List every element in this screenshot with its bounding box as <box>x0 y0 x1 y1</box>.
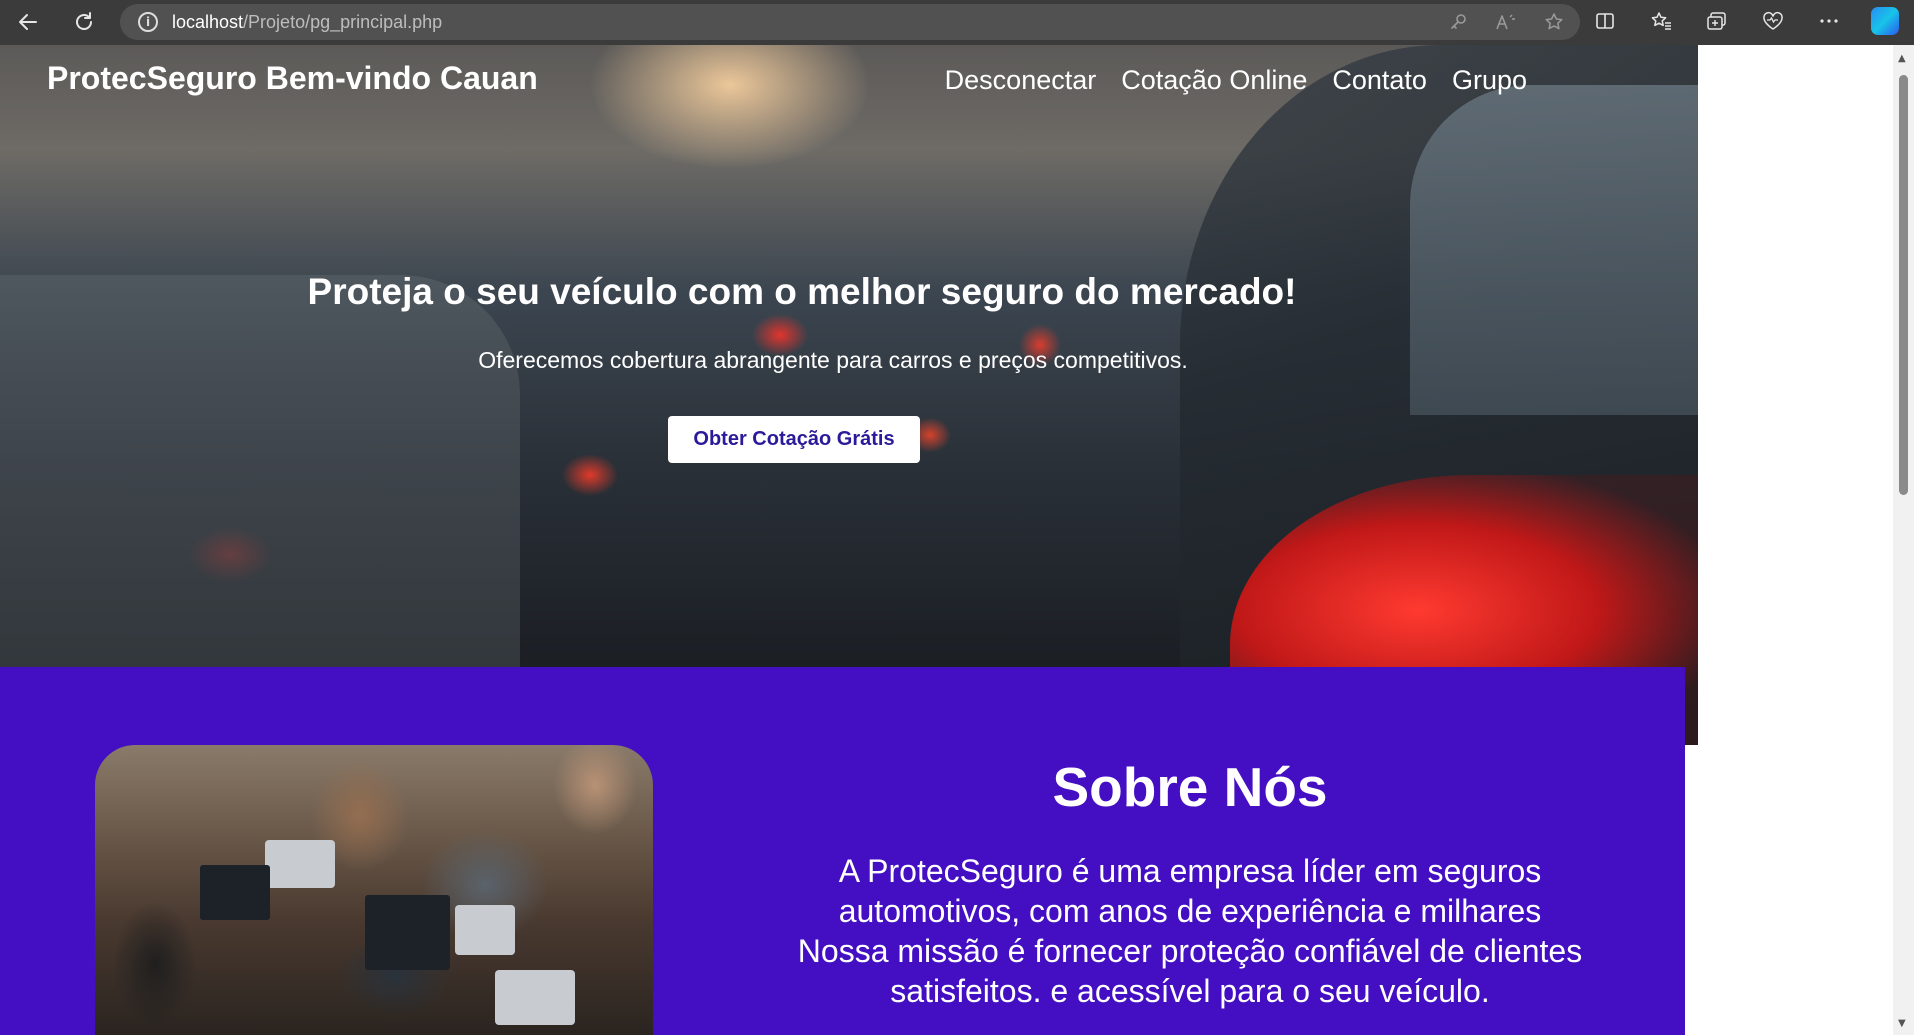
photo-laptop-screen <box>200 865 270 920</box>
about-text-line: automotivos, com anos de experiência e m… <box>838 893 1542 929</box>
nav-link-desconectar[interactable]: Desconectar <box>945 65 1097 96</box>
nav-link-grupo[interactable]: Grupo <box>1452 65 1527 96</box>
photo-laptop <box>265 840 335 888</box>
brand-title: ProtecSeguro Bem-vindo Cauan <box>47 60 538 96</box>
team-photo <box>95 745 653 1035</box>
page-viewport: ProtecSeguro Bem-vindo Cauan Desconectar… <box>0 45 1893 1035</box>
about-text-line: Nossa missão é fornecer proteção confiáv… <box>797 933 1583 969</box>
browser-essentials-icon[interactable] <box>1758 6 1788 36</box>
info-icon[interactable]: i <box>138 12 158 32</box>
back-arrow-icon[interactable] <box>14 8 42 36</box>
nav-link-cotacao-online[interactable]: Cotação Online <box>1121 65 1307 96</box>
about-section: Sobre Nós A ProtecSeguro é uma empresa l… <box>0 667 1685 1035</box>
split-screen-icon[interactable] <box>1590 6 1620 36</box>
url-host: localhost <box>172 11 244 32</box>
vertical-scrollbar[interactable]: ▲ ▼ <box>1893 45 1914 1035</box>
browser-toolbar: i localhost/Projeto/pg_principal.php <box>0 0 1914 45</box>
reload-icon[interactable] <box>70 8 98 36</box>
url-text[interactable]: localhost/Projeto/pg_principal.php <box>172 12 442 33</box>
star-icon[interactable] <box>1542 10 1566 34</box>
browser-actions <box>1590 6 1900 36</box>
photo-laptop-screen <box>365 895 450 970</box>
photo-laptop <box>455 905 515 955</box>
about-title: Sobre Nós <box>1052 756 1328 818</box>
hero-title: Proteja o seu veículo com o melhor segur… <box>307 271 1297 312</box>
address-bar-actions <box>1446 10 1566 34</box>
collections-icon[interactable] <box>1702 6 1732 36</box>
get-quote-button[interactable]: Obter Cotação Grátis <box>668 416 920 463</box>
main-nav: Desconectar Cotação Online Contato Grupo <box>945 65 1527 96</box>
hero-section: ProtecSeguro Bem-vindo Cauan Desconectar… <box>0 45 1698 745</box>
scroll-thumb[interactable] <box>1899 75 1908 495</box>
nav-link-contato[interactable]: Contato <box>1332 65 1427 96</box>
scroll-down-icon[interactable]: ▼ <box>1898 1018 1906 1029</box>
photo-laptop <box>495 970 575 1025</box>
about-text-line: satisfeitos. e acessível para o seu veíc… <box>890 973 1490 1009</box>
about-text-line: A ProtecSeguro é uma empresa líder em se… <box>838 853 1542 889</box>
favorites-icon[interactable] <box>1646 6 1676 36</box>
url-path: /Projeto/pg_principal.php <box>243 11 443 32</box>
address-bar[interactable]: i localhost/Projeto/pg_principal.php <box>120 4 1580 40</box>
more-icon[interactable] <box>1814 6 1844 36</box>
key-icon[interactable] <box>1446 10 1470 34</box>
scroll-up-icon[interactable]: ▲ <box>1898 53 1906 64</box>
about-text: A ProtecSeguro é uma empresa líder em se… <box>700 851 1680 1011</box>
read-aloud-icon[interactable] <box>1494 10 1518 34</box>
copilot-icon[interactable] <box>1870 6 1900 36</box>
hero-subtitle: Oferecemos cobertura abrangente para car… <box>478 347 1188 373</box>
